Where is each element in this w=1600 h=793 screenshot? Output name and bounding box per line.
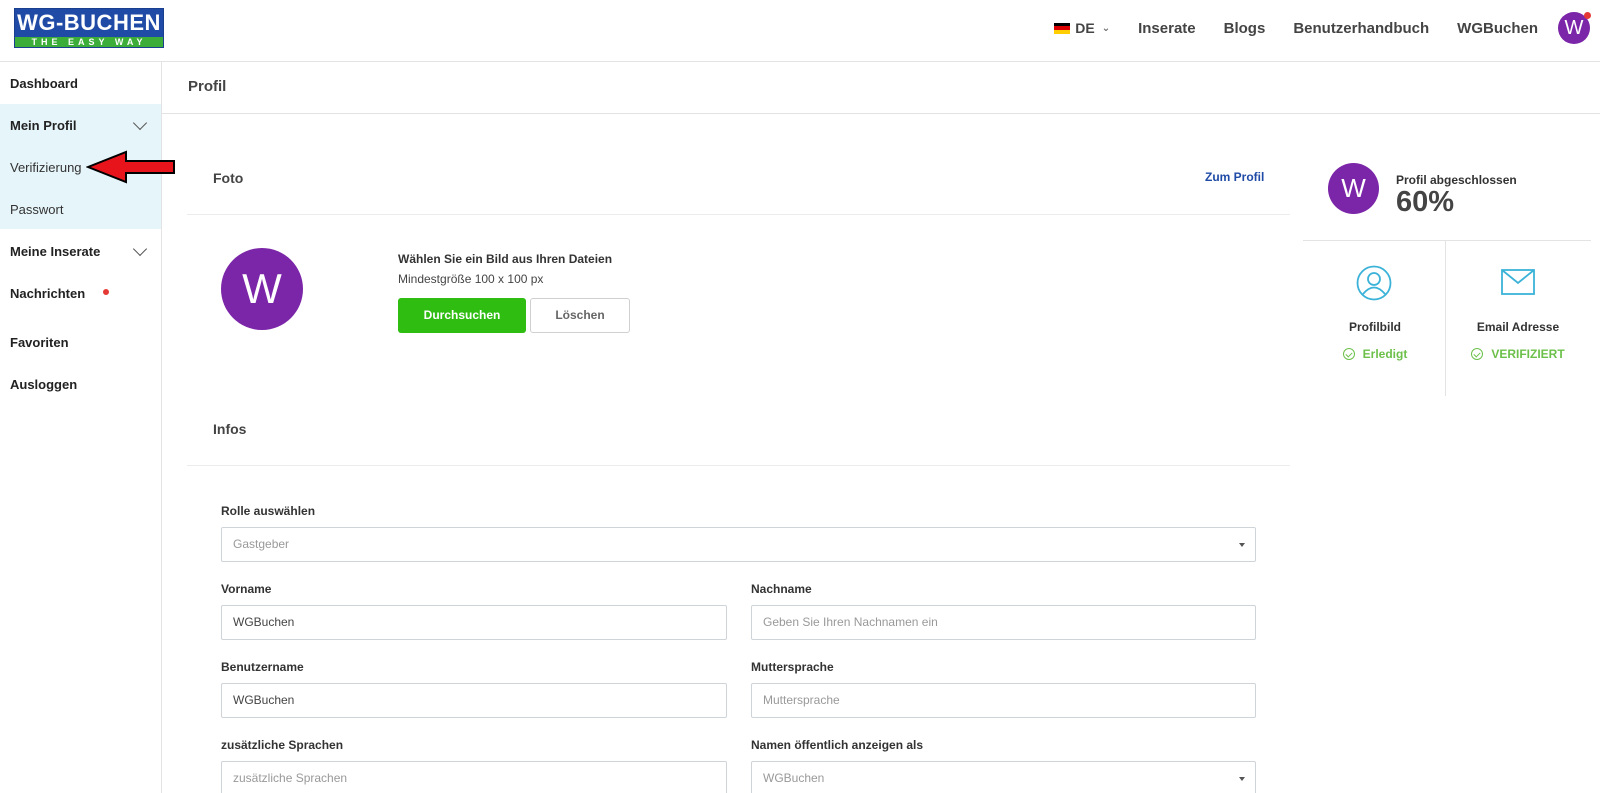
profile-picture-title: Profilbild [1349,320,1401,334]
username-label: Benutzername [221,660,304,674]
sidebar-item-label: Favoriten [10,334,69,350]
check-circle-icon [1342,348,1355,360]
section-divider [187,465,1290,466]
view-profile-link[interactable]: Zum Profil [1205,170,1264,184]
language-code: DE [1075,20,1095,36]
additional-languages-label: zusätzliche Sprachen [221,738,344,752]
photo-upload-info: Wählen Sie ein Bild aus Ihren Dateien Mi… [398,252,612,286]
profile-picture-status-text: Erledigt [1362,347,1408,361]
sidebar-item-dashboard[interactable]: Dashboard [0,62,161,104]
top-header: WG-BUCHEN THE EASY WAY DE ⌄ Inserate Blo… [0,0,1600,62]
chevron-down-icon [132,115,148,131]
user-avatar[interactable]: W [1558,12,1591,44]
completion-avatar: W [1328,163,1379,214]
role-label: Rolle auswählen [221,504,316,518]
panel-divider-vertical [1445,241,1446,396]
completion-avatar-letter: W [1341,173,1366,203]
sidebar-item-meine-inserate[interactable]: Meine Inserate [0,230,161,272]
sidebar-item-nachrichten[interactable]: Nachrichten [0,272,161,314]
sidebar-item-passwort[interactable]: Passwort [0,188,161,230]
chevron-down-icon [132,241,148,257]
email-address-status: VERIFIZIERT [1448,347,1588,361]
firstname-input[interactable]: WGBuchen [221,605,727,640]
role-select-value: Gastgeber [233,537,290,551]
top-nav: DE ⌄ Inserate Blogs Benutzerhandbuch WGB… [1054,12,1591,44]
completion-label: Profil abgeschlossen [1396,173,1517,187]
chevron-down-icon: ⌄ [1101,22,1111,34]
public-name-select[interactable]: WGBuchen [751,761,1256,793]
page-title-bar: Profil [162,62,1600,114]
wg-buchen-logo[interactable]: WG-BUCHEN THE EASY WAY [14,8,164,48]
username-value: WGBuchen [233,693,295,707]
nav-link-blogs[interactable]: Blogs [1224,20,1266,37]
envelope-icon [1501,269,1535,295]
firstname-label: Vorname [221,582,272,596]
additional-languages-placeholder: zusätzliche Sprachen [233,771,348,785]
email-address-status-text: VERIFIZIERT [1491,347,1565,361]
sidebar-item-label: Passwort [10,201,64,217]
public-name-label: Namen öffentlich anzeigen als [751,738,924,752]
nav-link-benutzerhandbuch[interactable]: Benutzerhandbuch [1293,20,1429,37]
sidebar-item-label: Ausloggen [10,376,78,392]
sidebar-item-mein-profil[interactable]: Mein Profil [0,104,161,146]
notification-dot-icon [103,289,109,295]
logo-title: WG-BUCHEN [15,9,163,37]
profile-photo-avatar: W [221,248,303,330]
germany-flag-icon [1054,22,1071,34]
firstname-value: WGBuchen [233,615,295,629]
lastname-placeholder: Geben Sie Ihren Nachnamen ein [763,615,938,629]
sidebar-item-favoriten[interactable]: Favoriten [0,321,161,363]
section-divider [187,214,1290,215]
browse-button[interactable]: Durchsuchen [398,298,526,333]
native-language-placeholder: Muttersprache [763,693,840,707]
panel-divider [1303,240,1591,241]
native-language-input[interactable]: Muttersprache [751,683,1256,718]
native-language-label: Muttersprache [751,660,834,674]
sidebar-item-label: Verifizierung [10,159,82,175]
email-address-title: Email Adresse [1476,320,1560,334]
infos-section-title: Infos [213,421,247,437]
completion-percent: 60% [1396,186,1455,218]
caret-down-icon [1239,543,1245,547]
additional-languages-input[interactable]: zusätzliche Sprachen [221,761,727,793]
choose-image-text: Wählen Sie ein Bild aus Ihren Dateien [398,252,613,266]
delete-photo-button[interactable]: Löschen [530,298,630,333]
red-arrow-icon [86,150,175,184]
logo-tagline: THE EASY WAY [15,37,163,47]
nav-link-user-name[interactable]: WGBuchen [1457,20,1538,37]
role-select[interactable]: Gastgeber [221,527,1256,562]
sidebar-item-label: Mein Profil [10,117,77,133]
nav-link-inserate[interactable]: Inserate [1138,20,1196,37]
profile-picture-status: Erledigt [1305,347,1445,361]
check-circle-icon [1471,348,1484,360]
caret-down-icon [1239,777,1245,781]
min-size-text: Mindestgröße 100 x 100 px [398,272,544,286]
sidebar-item-label: Nachrichten [10,285,86,301]
language-selector[interactable]: DE ⌄ [1054,20,1110,36]
sidebar-item-label: Dashboard [10,75,78,91]
lastname-input[interactable]: Geben Sie Ihren Nachnamen ein [751,605,1256,640]
user-circle-icon [1356,265,1392,301]
sidebar: Dashboard Mein Profil Verifizierung Pass… [0,62,175,793]
user-avatar-letter: W [1564,17,1584,39]
sidebar-item-label: Meine Inserate [10,243,101,259]
page-title: Profil [188,78,227,95]
lastname-label: Nachname [751,582,812,596]
username-input[interactable]: WGBuchen [221,683,727,718]
public-name-value: WGBuchen [763,771,825,785]
notification-dot-icon [1584,12,1591,19]
sidebar-item-ausloggen[interactable]: Ausloggen [0,363,161,405]
profile-photo-letter: W [242,265,282,312]
photo-section-title: Foto [213,170,244,186]
